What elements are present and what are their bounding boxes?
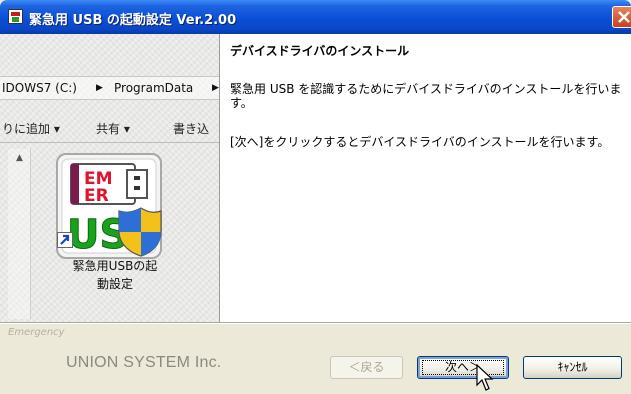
description-line-1: 緊急用 USB を認識するためにデバイスドライバのインストールを行いま <box>230 82 622 96</box>
description-text-2: [次へ]をクリックするとデバイスドライバのインストールを行います。 <box>230 135 610 149</box>
address-segment: ProgramData <box>114 81 194 95</box>
breadcrumb-arrow-icon: ▶ <box>212 83 219 93</box>
usb-app-label-line2: 動設定 <box>96 277 133 291</box>
toolbar-item: りに追加 ▾ <box>2 122 60 136</box>
address-segment: IDOWS7 (C:) <box>2 81 77 95</box>
back-button[interactable]: ＜戻る <box>330 356 403 379</box>
explorer-toolbar: りに追加 ▾ 共有 ▾ 書き込 <box>0 118 219 138</box>
close-button[interactable] <box>612 6 631 28</box>
description-text-1: 緊急用 USB を認識するためにデバイスドライバのインストールを行いま す。 <box>230 82 625 110</box>
app-icon <box>8 9 23 24</box>
usb-app-label: 緊急用USBの起 動設定 <box>40 257 190 293</box>
brand-tagline: Emergency <box>8 327 65 338</box>
brand-name: UNION SYSTEM Inc. <box>66 354 222 371</box>
toolbar-item: 共有 ▾ <box>96 122 130 136</box>
usb-app-label-line1: 緊急用USBの起 <box>72 259 158 273</box>
footer-divider <box>0 322 631 324</box>
cancel-button[interactable]: ｷｬﾝｾﾙ <box>523 356 622 379</box>
emblem-text-bottom: ER <box>84 186 109 206</box>
address-bar: IDOWS7 (C:) ▶ ProgramData ▶ <box>0 76 219 100</box>
title-bar[interactable]: 緊急用 USB の起動設定 Ver.2.00 <box>0 0 631 34</box>
nav-pane: ▲ <box>8 149 31 319</box>
window-title: 緊急用 USB の起動設定 Ver.2.00 <box>29 13 237 28</box>
close-icon <box>618 11 630 23</box>
mouse-cursor-icon <box>476 364 494 391</box>
toolbar-item: 書き込 <box>173 122 210 136</box>
breadcrumb-arrow-icon: ▶ <box>96 83 103 93</box>
scroll-up-icon: ▲ <box>16 153 23 163</box>
page-heading: デバイスドライバのインストール <box>230 44 410 58</box>
shortcut-arrow-icon <box>57 232 73 248</box>
description-line-2: す。 <box>230 96 253 110</box>
wizard-content: デバイスドライバのインストール 緊急用 USB を認識するためにデバイスドライバ… <box>220 34 631 322</box>
